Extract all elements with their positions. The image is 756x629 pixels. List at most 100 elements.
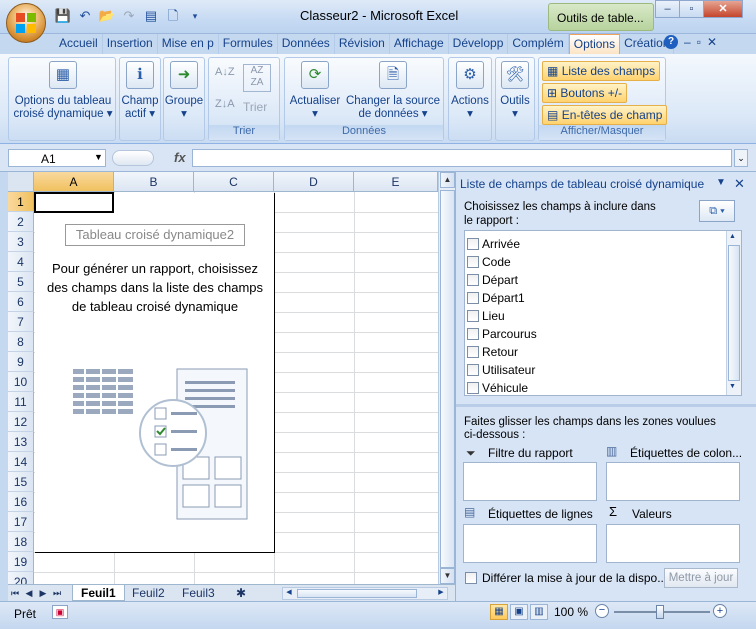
field-checkbox[interactable] <box>467 310 479 322</box>
field-checkbox[interactable] <box>467 256 479 268</box>
scroll-up-icon[interactable]: ▲ <box>440 172 455 188</box>
sort-dialog-icon[interactable]: AZ ZA <box>243 64 271 92</box>
ribbon-restore-icon[interactable]: ▫ <box>697 35 701 49</box>
column-header-e[interactable]: E <box>354 172 438 192</box>
tab-revision[interactable]: Révision <box>335 34 390 54</box>
first-sheet-icon[interactable]: ⏮ <box>10 586 20 600</box>
refresh-button[interactable]: ⟳ Actualiser ▾ <box>287 61 343 121</box>
zoom-out-icon[interactable]: − <box>595 604 609 618</box>
sort-az-icon[interactable]: A↓Z <box>215 66 235 78</box>
field-list-scrollbar[interactable]: ▲ ▼ <box>726 231 741 395</box>
row-header[interactable]: 7 <box>8 312 34 332</box>
row-header[interactable]: 16 <box>8 492 34 512</box>
field-checkbox[interactable] <box>467 328 479 340</box>
field-item[interactable]: Arrivée <box>467 235 520 253</box>
field-list[interactable]: Arrivée Code Départ Départ1 Lieu Parcourus Ret… <box>464 230 742 396</box>
field-item[interactable]: Départ1 <box>467 289 525 307</box>
vertical-scrollbar[interactable]: ▲ ▼ <box>438 172 455 584</box>
row-header[interactable]: 8 <box>8 332 34 352</box>
field-list-thumb[interactable] <box>728 245 740 381</box>
normal-view-icon[interactable]: ▦ <box>490 604 508 620</box>
ribbon-close-icon[interactable]: ✕ <box>707 35 717 49</box>
scroll-left-icon[interactable]: ◀ <box>283 588 295 599</box>
row-header[interactable]: 13 <box>8 432 34 452</box>
actions-button[interactable]: ⚙ Actions ▾ <box>449 61 491 121</box>
group-button[interactable]: ➜ Groupe ▾ <box>164 61 204 121</box>
scroll-down-icon[interactable]: ▼ <box>440 568 455 584</box>
tab-formules[interactable]: Formules <box>219 34 278 54</box>
sheet-tab-feuil1[interactable]: Feuil1 <box>72 585 125 601</box>
row-header[interactable]: 10 <box>8 372 34 392</box>
row-header[interactable]: 11 <box>8 392 34 412</box>
sheet-tab-feuil3[interactable]: Feuil3 <box>174 585 223 601</box>
row-header[interactable]: 6 <box>8 292 34 312</box>
formula-input[interactable] <box>192 149 732 167</box>
sheet-tab-feuil2[interactable]: Feuil2 <box>124 585 173 601</box>
defer-update-checkbox[interactable] <box>465 572 477 584</box>
selected-cell-a1[interactable] <box>34 192 114 213</box>
column-header-a[interactable]: A <box>34 172 114 192</box>
tab-donnees[interactable]: Données <box>278 34 335 54</box>
field-item[interactable]: Code <box>467 253 511 271</box>
zoom-slider-thumb[interactable] <box>656 605 664 619</box>
ribbon-minimize-icon[interactable]: – <box>684 35 691 49</box>
tab-accueil[interactable]: Accueil <box>55 34 103 54</box>
page-break-view-icon[interactable]: ▥ <box>530 604 548 620</box>
save-icon[interactable]: 💾 <box>54 8 72 24</box>
undo-icon[interactable]: ↶ <box>76 8 94 24</box>
field-checkbox[interactable] <box>467 292 479 304</box>
change-source-button[interactable]: 🗎 Changer la source de données ▾ <box>343 61 443 121</box>
column-header-b[interactable]: B <box>114 172 194 192</box>
insert-sheet-icon[interactable]: ✱ <box>228 585 254 601</box>
field-item[interactable]: Utilisateur <box>467 361 535 379</box>
field-item[interactable]: Parcourus <box>467 325 537 343</box>
formula-bar-resize-icon[interactable] <box>112 150 154 166</box>
field-item[interactable]: Retour <box>467 343 518 361</box>
row-header[interactable]: 20 <box>8 572 34 584</box>
row-header[interactable]: 19 <box>8 552 34 572</box>
column-header-d[interactable]: D <box>274 172 354 192</box>
update-button[interactable]: Mettre à jour <box>664 568 738 588</box>
horizontal-scrollbar[interactable]: ◀ ▶ <box>282 587 448 600</box>
field-list-scroll-down-icon[interactable]: ▼ <box>729 383 736 390</box>
row-header[interactable]: 14 <box>8 452 34 472</box>
zoom-level[interactable]: 100 % <box>554 605 588 619</box>
worksheet-grid[interactable]: A B C D E 1 2 3 4 5 6 7 8 9 10 11 12 13 14 15 16 17 18 19 2… <box>8 172 438 584</box>
name-box-dropdown-icon[interactable]: ▼ <box>94 152 103 162</box>
redo-icon[interactable]: ↷ <box>120 8 138 24</box>
help-icon[interactable]: ? <box>664 35 678 49</box>
field-headers-toggle[interactable]: ▤ En-têtes de champ <box>542 105 668 125</box>
minimize-button[interactable]: – <box>655 0 680 18</box>
row-header[interactable]: 18 <box>8 532 34 552</box>
field-list-toggle[interactable]: ▦ Liste des champs <box>542 61 661 81</box>
row-header[interactable]: 17 <box>8 512 34 532</box>
open-folder-icon[interactable]: 📂 <box>98 8 116 24</box>
sort-button[interactable]: Trier <box>243 100 267 114</box>
tab-mise-en-page[interactable]: Mise en p <box>158 34 219 54</box>
hscroll-thumb[interactable] <box>297 589 417 598</box>
zone-filter-drop[interactable] <box>463 462 597 501</box>
select-all-corner[interactable] <box>8 172 34 192</box>
column-header-c[interactable]: C <box>194 172 274 192</box>
prev-sheet-icon[interactable]: ◀ <box>24 586 34 600</box>
scroll-right-icon[interactable]: ▶ <box>435 588 447 599</box>
pane-menu-icon[interactable]: ▼ <box>716 177 726 188</box>
close-button[interactable]: ✕ <box>703 0 743 18</box>
field-item[interactable]: Départ <box>467 271 518 289</box>
row-header[interactable]: 9 <box>8 352 34 372</box>
active-field-button[interactable]: ℹ Champ actif ▾ <box>120 61 160 121</box>
scroll-thumb[interactable] <box>440 190 455 568</box>
sort-za-icon[interactable]: Z↓A <box>215 98 235 110</box>
office-button[interactable] <box>6 3 46 43</box>
pane-close-icon[interactable]: ✕ <box>734 176 745 192</box>
buttons-toggle[interactable]: ⊞ Boutons +/- <box>542 83 628 103</box>
tab-options[interactable]: Options <box>568 34 621 54</box>
zone-columns-drop[interactable] <box>606 462 740 501</box>
tab-developpeur[interactable]: Développ <box>449 34 509 54</box>
form-icon[interactable]: ▤ <box>142 8 160 24</box>
field-list-scroll-up-icon[interactable]: ▲ <box>729 233 736 240</box>
row-header[interactable]: 3 <box>8 232 34 252</box>
page-layout-view-icon[interactable]: ▣ <box>510 604 528 620</box>
tools-button[interactable]: 🛠 Outils ▾ <box>496 61 534 121</box>
pivot-table-placeholder[interactable]: Tableau croisé dynamique2 Pour générer u… <box>35 193 275 553</box>
